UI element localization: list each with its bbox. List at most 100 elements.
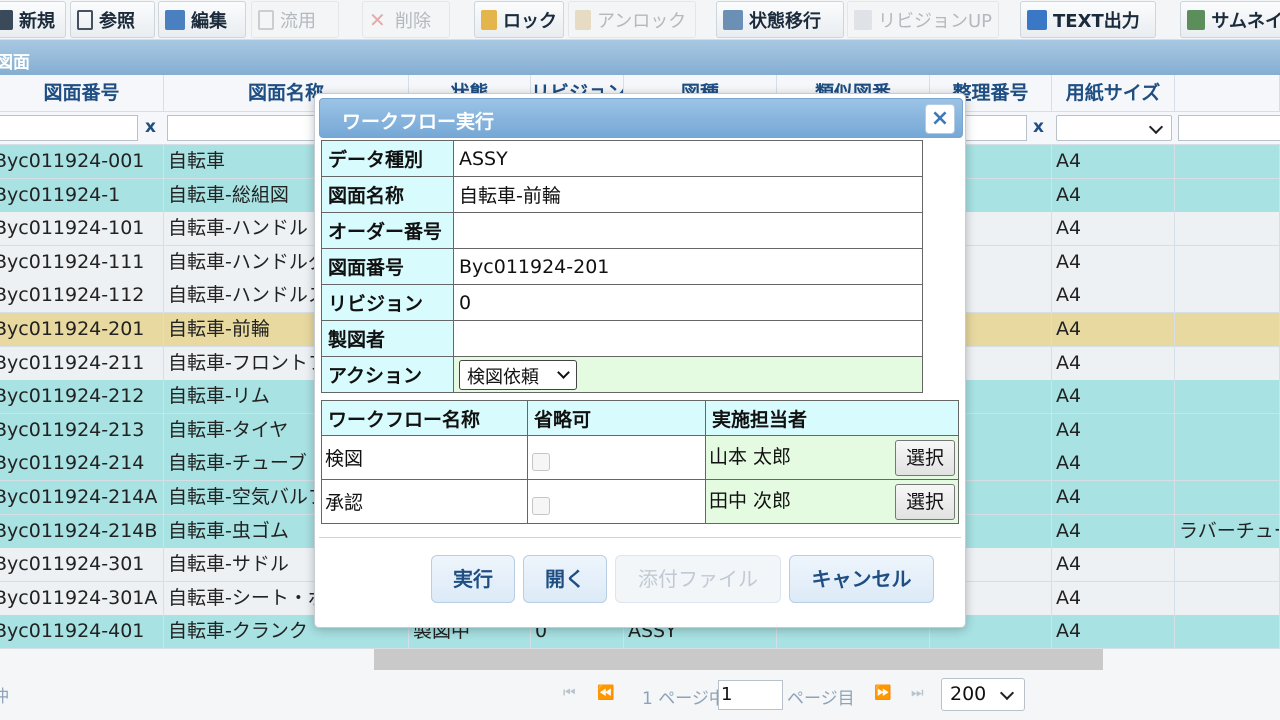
workflow-steps-table: ワークフロー名称 省略可 実施担当者 検図 山本 太郎 選択 承認 田中 次郎 … (321, 400, 959, 524)
filter-extra-input[interactable] (1178, 115, 1280, 141)
filter-drawing-name-input[interactable] (167, 115, 327, 141)
table-cell: Byc011924-301A (0, 581, 164, 615)
page-suffix: ページ目 (787, 689, 855, 709)
table-cell: A4 (1052, 178, 1175, 212)
unlock-button[interactable]: アンロック (568, 1, 696, 38)
workflow-form: データ種別 ASSY 図面名称 自転車-前輪 オーダー番号 図面番号 Byc01192… (321, 140, 923, 393)
new-icon (0, 9, 13, 30)
table-cell: A4 (1052, 245, 1175, 279)
table-cell (1175, 447, 1280, 481)
horizontal-scrollbar[interactable] (374, 649, 1103, 670)
table-cell: A4 (1052, 313, 1175, 346)
table-cell (1175, 313, 1280, 346)
table-cell (1175, 380, 1280, 414)
lock-icon (481, 9, 497, 30)
state-transition-button[interactable]: 状態移行 (716, 1, 844, 38)
select-assignee-button[interactable]: 選択 (895, 440, 955, 476)
col-header-extra[interactable] (1175, 75, 1280, 112)
delete-button[interactable]: ✕ 削除 (362, 1, 450, 38)
thumbnail-button[interactable]: サムネイ (1180, 1, 1280, 38)
table-cell: A4 (1052, 481, 1175, 514)
table-cell: Byc011924-214 (0, 447, 164, 481)
filter-drawing-no-input[interactable] (0, 115, 138, 141)
page-prefix: 1 ページ中 (642, 689, 726, 709)
workflow-name: 検図 (321, 435, 528, 480)
action-cell: 検図依頼 (453, 356, 923, 393)
table-cell (1175, 346, 1280, 380)
field-label: アクション (321, 356, 454, 393)
table-cell: Byc011924-101 (0, 212, 164, 246)
first-page-icon[interactable]: ⏮ (563, 685, 576, 701)
select-assignee-button[interactable]: 選択 (895, 484, 955, 520)
skippable-checkbox[interactable] (532, 497, 550, 515)
reference-button[interactable]: 参照 (70, 1, 155, 38)
skippable-checkbox[interactable] (532, 453, 550, 471)
text-output-button[interactable]: TEXT出力 (1020, 1, 1156, 38)
table-cell (1175, 178, 1280, 212)
workflow-row: 承認 田中 次郎 選択 (321, 479, 959, 524)
last-page-icon[interactable]: ⏭ (911, 685, 924, 701)
state-icon (723, 9, 743, 30)
toolbar: 新規 参照 編集 流用 ✕ 削除 ロック アンロック 状態移行 リビジョンUP T… (0, 0, 1280, 40)
close-icon[interactable]: × (925, 104, 955, 134)
lock-button[interactable]: ロック (474, 1, 564, 38)
table-cell: Byc011924-112 (0, 279, 164, 313)
table-cell: Byc011924-214B (0, 514, 164, 548)
table-cell (1175, 245, 1280, 279)
delete-icon: ✕ (369, 7, 386, 32)
table-cell: A4 (1052, 346, 1175, 380)
col-header-drawing-no[interactable]: 図面番号 (0, 75, 164, 112)
document-icon (77, 9, 93, 30)
table-cell: Byc011924-201 (0, 313, 164, 346)
copy-icon (258, 9, 274, 30)
field-label: 図面名称 (321, 176, 454, 213)
next-page-icon[interactable]: ⏩ (874, 685, 891, 701)
table-cell: A4 (1052, 212, 1175, 246)
table-cell (1175, 481, 1280, 514)
action-select[interactable]: 検図依頼 (459, 359, 577, 390)
workflow-name: 承認 (321, 479, 528, 524)
drafter-value (453, 320, 923, 357)
table-cell: A4 (1052, 615, 1175, 649)
clear-filter-icon[interactable]: x (1033, 117, 1044, 137)
clear-filter-icon[interactable]: x (145, 117, 156, 137)
field-label: オーダー番号 (321, 212, 454, 249)
filter-paper-size-select[interactable] (1056, 115, 1172, 141)
workflow-dialog: ワークフロー実行 × データ種別 ASSY 図面名称 自転車-前輪 オーダー番号 図… (314, 93, 966, 628)
panel-title: 図面 (0, 40, 1280, 75)
col-header-paper-size[interactable]: 用紙サイズ (1052, 75, 1175, 112)
table-cell: Byc011924-212 (0, 380, 164, 414)
unlock-icon (575, 9, 591, 30)
prev-page-icon[interactable]: ⏪ (597, 685, 614, 701)
page-number-input[interactable]: 1 (718, 680, 783, 710)
pager: 冲 ⏮ ⏪ 1 ページ中 1 ページ目 ⏩ ⏭ 200 (0, 672, 1280, 720)
field-label: 製図者 (321, 320, 454, 357)
wf-header-assignee: 実施担当者 (705, 400, 959, 436)
image-icon (1187, 9, 1206, 30)
edit-button[interactable]: 編集 (158, 1, 246, 38)
field-label: データ種別 (321, 140, 454, 177)
revision-up-button[interactable]: リビジョンUP (847, 1, 999, 38)
reuse-button[interactable]: 流用 (251, 1, 339, 38)
table-cell: A4 (1052, 380, 1175, 414)
drawing-no-value: Byc011924-201 (453, 248, 923, 285)
field-label: 図面番号 (321, 248, 454, 285)
assignee-name: 田中 次郎 (709, 490, 792, 512)
pager-left-text: 冲 (0, 687, 9, 707)
table-cell: A4 (1052, 413, 1175, 447)
table-cell (1175, 615, 1280, 649)
dialog-title-bar[interactable]: ワークフロー実行 × (319, 98, 963, 138)
new-button[interactable]: 新規 (0, 1, 66, 38)
table-cell (1175, 413, 1280, 447)
attachment-button[interactable]: 添付ファイル (615, 555, 781, 603)
per-page-select[interactable]: 200 (941, 678, 1025, 711)
run-button[interactable]: 実行 (431, 555, 515, 603)
cancel-button[interactable]: キャンセル (789, 555, 934, 603)
open-button[interactable]: 開く (523, 555, 607, 603)
table-cell: A4 (1052, 581, 1175, 615)
download-icon (1027, 9, 1047, 30)
data-type-value: ASSY (453, 140, 923, 177)
table-cell: A4 (1052, 447, 1175, 481)
dialog-divider (319, 537, 961, 538)
table-cell: Byc011924-111 (0, 245, 164, 279)
